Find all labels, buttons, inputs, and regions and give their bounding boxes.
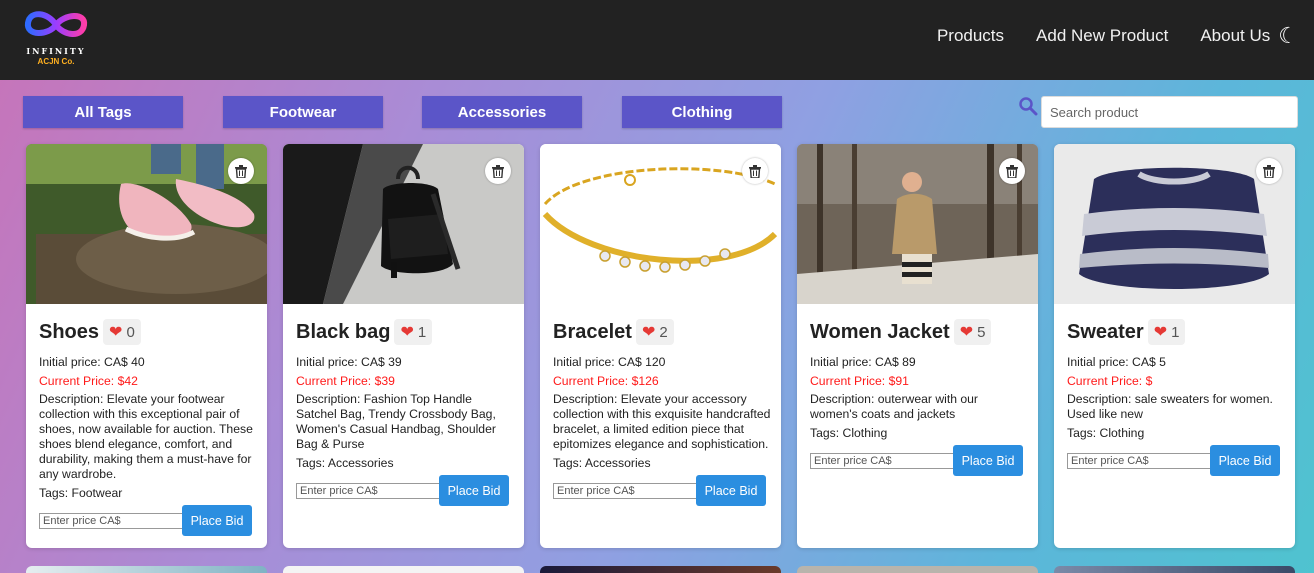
like-count: 1	[417, 323, 427, 341]
trash-icon	[492, 164, 504, 178]
current-price: Current Price: $91	[810, 374, 909, 388]
product-card-shoes: Shoes ❤ 0 Initial price: CA$ 40 Current P…	[26, 144, 267, 548]
product-title: Shoes	[39, 320, 100, 343]
like-count: 2	[659, 323, 668, 341]
delete-product-button[interactable]	[485, 158, 511, 184]
nav-about-us[interactable]: About Us	[1200, 26, 1270, 46]
product-card-partial	[26, 566, 267, 573]
infinity-logo-icon	[25, 11, 87, 37]
tag-all-button[interactable]: All Tags	[23, 96, 183, 128]
place-bid-button[interactable]: Place Bid	[953, 445, 1023, 476]
product-tags: Tags: Clothing	[1067, 426, 1145, 440]
moon-icon[interactable]: ☾	[1278, 25, 1298, 47]
delete-product-button[interactable]	[228, 158, 254, 184]
like-count: 1	[1171, 323, 1180, 341]
product-title: Bracelet	[553, 320, 632, 343]
brand-subtitle: ACJN Co.	[37, 57, 75, 66]
main-nav: Products Add New Product About Us ☾	[937, 0, 1314, 72]
initial-price: Initial price: CA$ 89	[810, 355, 916, 369]
place-bid-button[interactable]: Place Bid	[1210, 445, 1280, 476]
product-description: Description: Fashion Top Handle Satchel …	[296, 392, 496, 451]
heart-icon: ❤	[109, 324, 123, 341]
nav-add-new-product[interactable]: Add New Product	[1036, 26, 1168, 46]
delete-product-button[interactable]	[742, 158, 768, 184]
heart-icon: ❤	[959, 324, 974, 341]
tag-accessories-button[interactable]: Accessories	[422, 96, 582, 128]
product-title: Sweater	[1067, 320, 1144, 343]
product-tags: Tags: Accessories	[553, 456, 651, 470]
nav-products[interactable]: Products	[937, 26, 1004, 46]
like-count: 0	[126, 323, 135, 341]
product-title: Black bag	[296, 320, 391, 343]
current-price: Current Price: $	[1067, 374, 1153, 388]
product-tags: Tags: Footwear	[39, 486, 123, 500]
place-bid-button[interactable]: Place Bid	[439, 475, 509, 506]
product-card-partial	[797, 566, 1038, 573]
bid-price-input[interactable]	[810, 453, 955, 469]
like-button[interactable]: ❤ 0	[103, 319, 141, 345]
product-description: Description: Elevate your footwear colle…	[39, 392, 253, 481]
trash-icon	[1006, 164, 1018, 178]
initial-price: Initial price: CA$ 39	[296, 355, 402, 369]
product-card-partial	[1054, 566, 1295, 573]
tag-footwear-button[interactable]: Footwear	[223, 96, 383, 128]
product-description: Description: outerwear with our women's …	[810, 392, 978, 421]
product-card-partial	[540, 566, 781, 573]
initial-price: Initial price: CA$ 40	[39, 355, 145, 369]
search-input[interactable]	[1041, 96, 1298, 128]
initial-price: Initial price: CA$ 5	[1067, 355, 1166, 369]
tag-clothing-button[interactable]: Clothing	[622, 96, 782, 128]
heart-icon: ❤	[641, 324, 656, 341]
like-button[interactable]: ❤ 1	[1147, 319, 1186, 345]
bid-price-input[interactable]	[296, 483, 441, 499]
product-tags: Tags: Accessories	[296, 456, 394, 470]
trash-icon	[749, 164, 761, 178]
product-tags: Tags: Clothing	[810, 426, 888, 440]
current-price: Current Price: $42	[39, 374, 138, 388]
product-card-bracelet: Bracelet ❤ 2 Initial price: CA$ 120 Curre…	[540, 144, 781, 548]
product-description: Description: Elevate your accessory coll…	[553, 392, 771, 451]
like-button[interactable]: ❤ 2	[635, 319, 674, 345]
place-bid-button[interactable]: Place Bid	[182, 505, 252, 536]
product-card-women-jacket: Women Jacket ❤ 5 Initial price: CA$ 89 Cu…	[797, 144, 1038, 548]
bid-price-input[interactable]	[1067, 453, 1212, 469]
product-title: Women Jacket	[810, 320, 950, 343]
product-card-sweater: Sweater ❤ 1 Initial price: CA$ 5 Current …	[1054, 144, 1295, 548]
heart-icon: ❤	[400, 324, 414, 341]
brand-name: INFINITY	[26, 46, 86, 56]
trash-icon	[1263, 164, 1275, 178]
heart-icon: ❤	[1153, 324, 1168, 341]
top-navbar: INFINITY ACJN Co. Products Add New Produ…	[0, 0, 1314, 80]
current-price: Current Price: $126	[553, 374, 659, 388]
place-bid-button[interactable]: Place Bid	[696, 475, 766, 506]
like-count: 5	[977, 323, 986, 341]
bid-price-input[interactable]	[39, 513, 184, 529]
product-card-black-bag: Black bag ❤ 1 Initial price: CA$ 39 Curre…	[283, 144, 524, 548]
delete-product-button[interactable]	[999, 158, 1025, 184]
delete-product-button[interactable]	[1256, 158, 1282, 184]
initial-price: Initial price: CA$ 120	[553, 355, 666, 369]
current-price: Current Price: $39	[296, 374, 395, 388]
trash-icon	[235, 164, 247, 178]
search-icon[interactable]	[1018, 96, 1038, 116]
like-button[interactable]: ❤ 1	[394, 319, 433, 345]
bid-price-input[interactable]	[553, 483, 698, 499]
product-description: Description: sale sweaters for women. Us…	[1067, 392, 1273, 421]
product-card-partial	[283, 566, 524, 573]
like-button[interactable]: ❤ 5	[953, 319, 992, 345]
brand-logo[interactable]: INFINITY ACJN Co.	[14, 6, 98, 70]
